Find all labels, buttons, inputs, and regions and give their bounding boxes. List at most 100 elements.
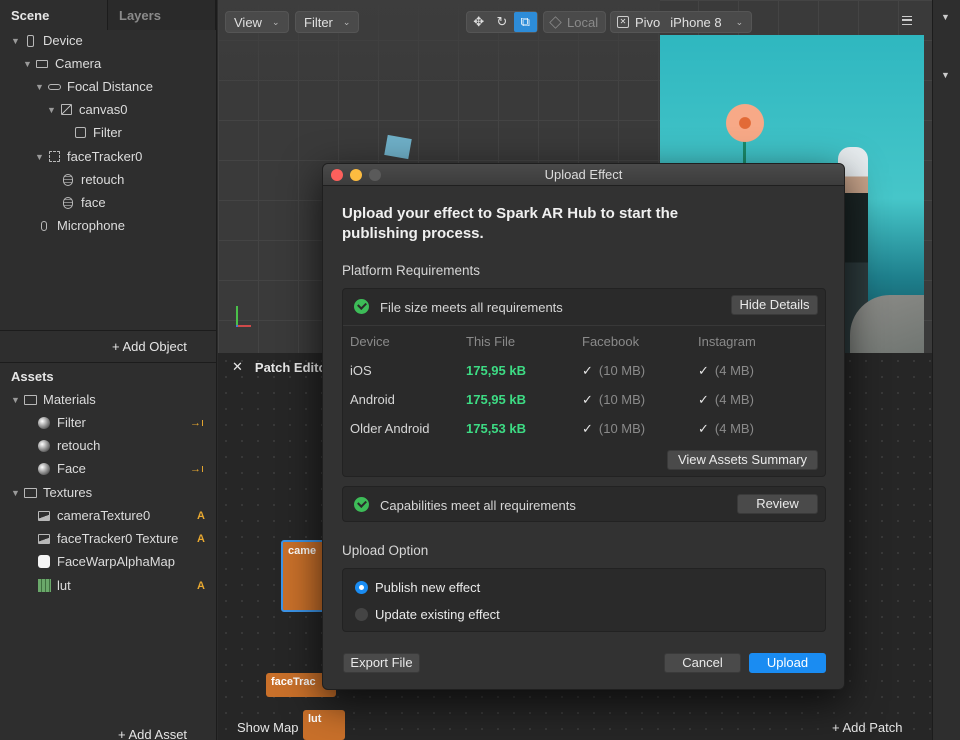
- axis-z-gizmo: [236, 325, 238, 327]
- expand-arrow-icon[interactable]: ▼: [941, 12, 950, 22]
- add-object-button[interactable]: + Add Object: [112, 339, 187, 354]
- asset-texture-facewarp[interactable]: FaceWarpAlphaMap: [37, 550, 175, 573]
- facebook-cell: ✓ (10 MB): [582, 363, 645, 379]
- show-map-button[interactable]: Show Map: [237, 720, 298, 735]
- face-mesh-icon: [61, 173, 75, 186]
- expand-arrow-icon[interactable]: ▼: [941, 70, 950, 80]
- close-icon[interactable]: ✕: [232, 359, 243, 375]
- publish-new-label[interactable]: Publish new effect: [375, 580, 480, 595]
- asset-label: Face: [57, 461, 86, 476]
- expand-arrow-icon[interactable]: ▼: [47, 105, 59, 115]
- folder-icon: [23, 394, 37, 406]
- patch-camera[interactable]: came: [281, 540, 327, 612]
- upload-effect-dialog: Upload Effect Upload your effect to Spar…: [322, 163, 845, 690]
- tree-item-label: Microphone: [57, 218, 125, 233]
- device-selector[interactable]: ✕ Pivo iPhone 8 ⌄: [610, 11, 752, 33]
- publish-new-radio[interactable]: [355, 581, 368, 594]
- view-assets-summary-button[interactable]: View Assets Summary: [667, 450, 818, 470]
- tree-item-label: face: [81, 195, 106, 210]
- instagram-limit: (4 MB): [714, 392, 754, 407]
- filter-dropdown[interactable]: Filter ⌄: [295, 11, 360, 33]
- preview-flower: [723, 101, 767, 145]
- cancel-button[interactable]: Cancel: [664, 653, 741, 673]
- close-simulator-icon[interactable]: ✕: [617, 16, 629, 28]
- focal-distance-icon: [47, 81, 61, 93]
- capabilities-panel: Capabilities meet all requirements Revie…: [342, 486, 826, 522]
- tree-item-focal-distance[interactable]: ▼ Focal Distance: [35, 75, 153, 98]
- menu-icon[interactable]: [902, 16, 912, 25]
- update-existing-label[interactable]: Update existing effect: [375, 607, 500, 622]
- patch-label: came: [288, 545, 317, 557]
- camera-icon: [35, 58, 49, 70]
- file-size-panel: File size meets all requirements Hide De…: [342, 288, 826, 477]
- view-label: View: [234, 14, 262, 30]
- panel-tabs: Scene Layers: [0, 0, 216, 30]
- tree-item-face[interactable]: face: [61, 191, 106, 214]
- upload-button[interactable]: Upload: [749, 653, 826, 673]
- expand-arrow-icon[interactable]: ▼: [11, 395, 23, 405]
- axis-x-gizmo: [237, 325, 251, 327]
- instagram-limit: (4 MB): [714, 421, 754, 436]
- add-patch-button[interactable]: + Add Patch: [832, 720, 903, 735]
- linked-arrow-icon: →ı: [189, 462, 204, 475]
- tree-item-materials-folder[interactable]: ▼ Materials: [11, 388, 96, 411]
- lut-texture-icon: [37, 579, 51, 592]
- asset-texture-face-tracker[interactable]: faceTracker0 Texture A: [37, 527, 217, 550]
- tree-item-device[interactable]: ▼ Device: [11, 29, 83, 52]
- expand-arrow-icon[interactable]: ▼: [35, 152, 47, 162]
- export-file-button[interactable]: Export File: [343, 653, 420, 673]
- expand-arrow-icon[interactable]: ▼: [23, 59, 35, 69]
- material-sphere-icon: [37, 462, 51, 475]
- add-patch-label: Add Patch: [842, 720, 903, 735]
- review-button[interactable]: Review: [737, 494, 818, 514]
- tab-scene[interactable]: Scene: [0, 0, 108, 30]
- patch-editor-header: ✕ Patch Editor: [218, 353, 338, 381]
- expand-arrow-icon[interactable]: ▼: [35, 82, 47, 92]
- zoom-window-button[interactable]: [369, 169, 381, 181]
- asset-material-filter[interactable]: Filter →ı: [37, 411, 217, 434]
- tree-item-microphone[interactable]: Microphone: [37, 214, 125, 237]
- file-size-cell: 175,53 kB: [466, 421, 526, 436]
- divider: [0, 362, 217, 363]
- tree-item-label: Focal Distance: [67, 79, 153, 94]
- asset-label: lut: [57, 578, 71, 593]
- update-existing-radio[interactable]: [355, 608, 368, 621]
- expand-arrow-icon[interactable]: ▼: [11, 488, 23, 498]
- camera-gizmo[interactable]: [384, 134, 412, 160]
- tree-item-textures-folder[interactable]: ▼ Textures: [11, 481, 92, 504]
- asset-texture-lut[interactable]: lut A: [37, 574, 217, 597]
- scale-tool-icon[interactable]: ⧉: [513, 12, 537, 32]
- column-header-this-file: This File: [466, 334, 516, 349]
- file-size-cell: 175,95 kB: [466, 392, 526, 407]
- tree-item-retouch[interactable]: retouch: [61, 168, 124, 191]
- view-dropdown[interactable]: View ⌄: [225, 11, 289, 33]
- tree-item-filter[interactable]: Filter: [73, 121, 122, 144]
- tree-item-canvas[interactable]: ▼ canvas0: [47, 98, 127, 121]
- plus-icon: +: [832, 720, 840, 735]
- move-tool-icon[interactable]: ✥: [467, 12, 490, 32]
- tree-item-camera[interactable]: ▼ Camera: [23, 52, 101, 75]
- local-toggle[interactable]: Local: [543, 11, 606, 33]
- asset-material-retouch[interactable]: retouch: [37, 434, 100, 457]
- microphone-icon: [37, 220, 51, 232]
- add-object-label: Add Object: [122, 339, 187, 354]
- tree-item-face-tracker[interactable]: ▼ faceTracker0: [35, 145, 142, 168]
- add-asset-button[interactable]: + Add Asset: [118, 727, 187, 740]
- expand-arrow-icon[interactable]: ▼: [11, 36, 23, 46]
- device-cell: Older Android: [350, 421, 430, 436]
- plus-icon: +: [112, 339, 120, 354]
- asset-material-face[interactable]: Face →ı: [37, 457, 217, 480]
- rotate-tool-icon[interactable]: ↻: [490, 12, 513, 32]
- tab-layers[interactable]: Layers: [108, 0, 216, 30]
- divider: [0, 330, 217, 331]
- white-texture-icon: [37, 555, 51, 568]
- hide-details-button[interactable]: Hide Details: [731, 295, 818, 315]
- properties-panel: ▼ ▼: [932, 0, 960, 740]
- close-window-button[interactable]: [331, 169, 343, 181]
- linked-arrow-icon: →ı: [189, 416, 204, 429]
- minimize-window-button[interactable]: [350, 169, 362, 181]
- asset-label: Filter: [57, 415, 86, 430]
- axis-y-gizmo: [236, 306, 238, 326]
- patch-lut[interactable]: lut: [303, 710, 345, 740]
- asset-texture-camera[interactable]: cameraTexture0 A: [37, 504, 217, 527]
